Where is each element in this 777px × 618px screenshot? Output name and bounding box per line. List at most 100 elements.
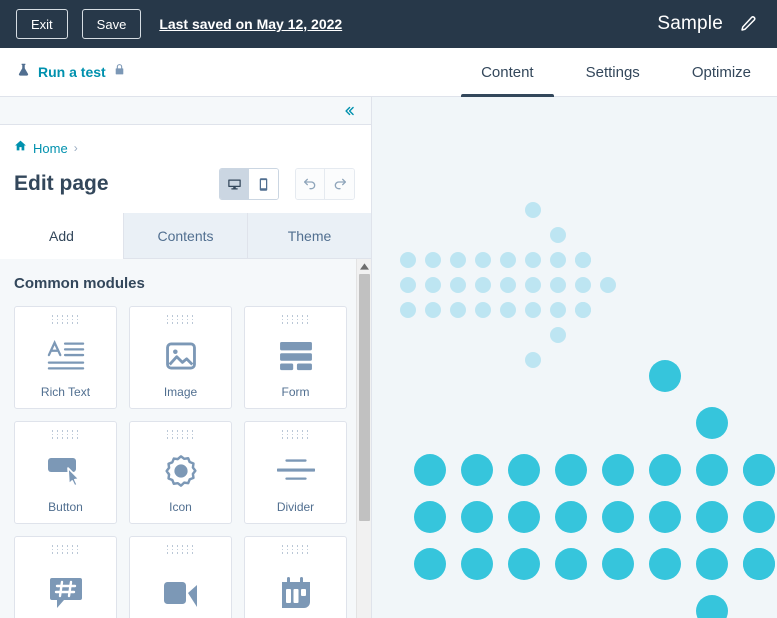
module-card[interactable]: Rich Text (14, 306, 117, 409)
sidebar-tab-theme[interactable]: Theme (247, 213, 371, 259)
decorative-dot (450, 302, 466, 318)
module-card[interactable]: Form (244, 306, 347, 409)
tab-content[interactable]: Content (455, 48, 560, 97)
decorative-dot (696, 501, 728, 533)
last-saved-link[interactable]: Last saved on May 12, 2022 (159, 16, 342, 32)
decorative-dot (555, 548, 587, 580)
drag-handle-icon[interactable] (51, 430, 80, 439)
decorative-dot (575, 277, 591, 293)
decorative-dot (461, 548, 493, 580)
lock-icon (113, 62, 126, 82)
module-card-label: Divider (276, 500, 315, 514)
page-title: Edit page (14, 172, 109, 195)
scroll-up-arrow-icon[interactable] (357, 259, 371, 274)
decorative-dot (696, 407, 728, 439)
run-a-test-button[interactable]: Run a test (16, 62, 126, 83)
sidebar-title-controls (219, 168, 355, 200)
tab-optimize[interactable]: Optimize (666, 48, 777, 97)
drag-handle-icon[interactable] (51, 315, 80, 324)
button-icon (47, 443, 85, 500)
decorative-dot (475, 277, 491, 293)
divider-icon (276, 443, 315, 500)
module-panel-scrollbar[interactable] (356, 259, 371, 618)
top-bar: Exit Save Last saved on May 12, 2022 Sam… (0, 0, 777, 48)
sidebar-tab-contents[interactable]: Contents (123, 213, 247, 259)
decorative-dot (696, 548, 728, 580)
decorative-dot (575, 302, 591, 318)
history-button-group (295, 168, 355, 200)
decorative-dot (500, 252, 516, 268)
page-name-label: Sample (657, 13, 723, 34)
mobile-icon[interactable] (249, 169, 278, 199)
decorative-dot (602, 548, 634, 580)
module-card-label: Form (281, 385, 310, 399)
module-card[interactable] (244, 536, 347, 618)
decorative-dot (550, 327, 566, 343)
redo-icon[interactable] (325, 169, 354, 199)
breadcrumb-home-link[interactable]: Home (33, 141, 68, 156)
double-chevron-left-icon[interactable] (341, 104, 357, 118)
module-card-label: Icon (169, 500, 192, 514)
form-icon (279, 328, 313, 385)
sidebar-collapse-row (0, 97, 371, 125)
save-button[interactable]: Save (81, 9, 142, 39)
undo-icon[interactable] (296, 169, 325, 199)
pencil-icon[interactable] (737, 13, 759, 35)
decorative-dot (649, 360, 681, 392)
decorative-dot (425, 302, 441, 318)
home-icon (14, 139, 27, 157)
module-panel: Common modules Rich Text Image Form Button I… (0, 259, 371, 618)
image-icon (164, 328, 198, 385)
rich-text-icon (47, 328, 85, 385)
decorative-dot (400, 277, 416, 293)
drag-handle-icon[interactable] (166, 545, 195, 554)
drag-handle-icon[interactable] (166, 430, 195, 439)
decorative-dot (649, 548, 681, 580)
tab-settings[interactable]: Settings (560, 48, 666, 97)
decorative-dot (649, 501, 681, 533)
decorative-dot (461, 501, 493, 533)
module-grid: Rich Text Image Form Button Icon Divider (14, 306, 349, 618)
decorative-dot (508, 548, 540, 580)
decorative-dot (696, 595, 728, 618)
decorative-dot (525, 352, 541, 368)
decorative-dot (525, 277, 541, 293)
page-preview-canvas[interactable] (372, 97, 777, 618)
decorative-dot (550, 252, 566, 268)
module-card[interactable] (14, 536, 117, 618)
editor-sidebar: Home › Edit page Add Contents Theme Comm… (0, 97, 372, 618)
module-card[interactable]: Button (14, 421, 117, 524)
device-toggle-group (219, 168, 279, 200)
module-card-label: Button (48, 500, 83, 514)
decorative-dot (508, 501, 540, 533)
drag-handle-icon[interactable] (166, 315, 195, 324)
breadcrumb-separator: › (73, 141, 78, 155)
module-card[interactable] (129, 536, 232, 618)
drag-handle-icon[interactable] (281, 545, 310, 554)
desktop-icon[interactable] (220, 169, 249, 199)
decorative-dot (450, 252, 466, 268)
decorative-dot (550, 302, 566, 318)
drag-handle-icon[interactable] (281, 315, 310, 324)
exit-button[interactable]: Exit (16, 9, 68, 39)
module-card[interactable]: Icon (129, 421, 232, 524)
decorative-dot (525, 302, 541, 318)
common-modules-heading: Common modules (14, 275, 145, 292)
top-bar-right: Sample (657, 13, 759, 35)
module-card[interactable]: Divider (244, 421, 347, 524)
decorative-dot (602, 454, 634, 486)
module-card[interactable]: Image (129, 306, 232, 409)
decorative-dot (600, 277, 616, 293)
module-card-label: Rich Text (40, 385, 91, 399)
decorative-dot (555, 454, 587, 486)
run-a-test-label: Run a test (38, 64, 106, 80)
sidebar-title-row: Edit page (0, 157, 371, 205)
decorative-dot (475, 302, 491, 318)
main-nav-tabs: Content Settings Optimize (455, 48, 777, 97)
drag-handle-icon[interactable] (281, 430, 310, 439)
decorative-dot (525, 252, 541, 268)
scrollbar-thumb[interactable] (359, 274, 370, 521)
sidebar-tab-add[interactable]: Add (0, 213, 123, 259)
decorative-dot (414, 501, 446, 533)
drag-handle-icon[interactable] (51, 545, 80, 554)
